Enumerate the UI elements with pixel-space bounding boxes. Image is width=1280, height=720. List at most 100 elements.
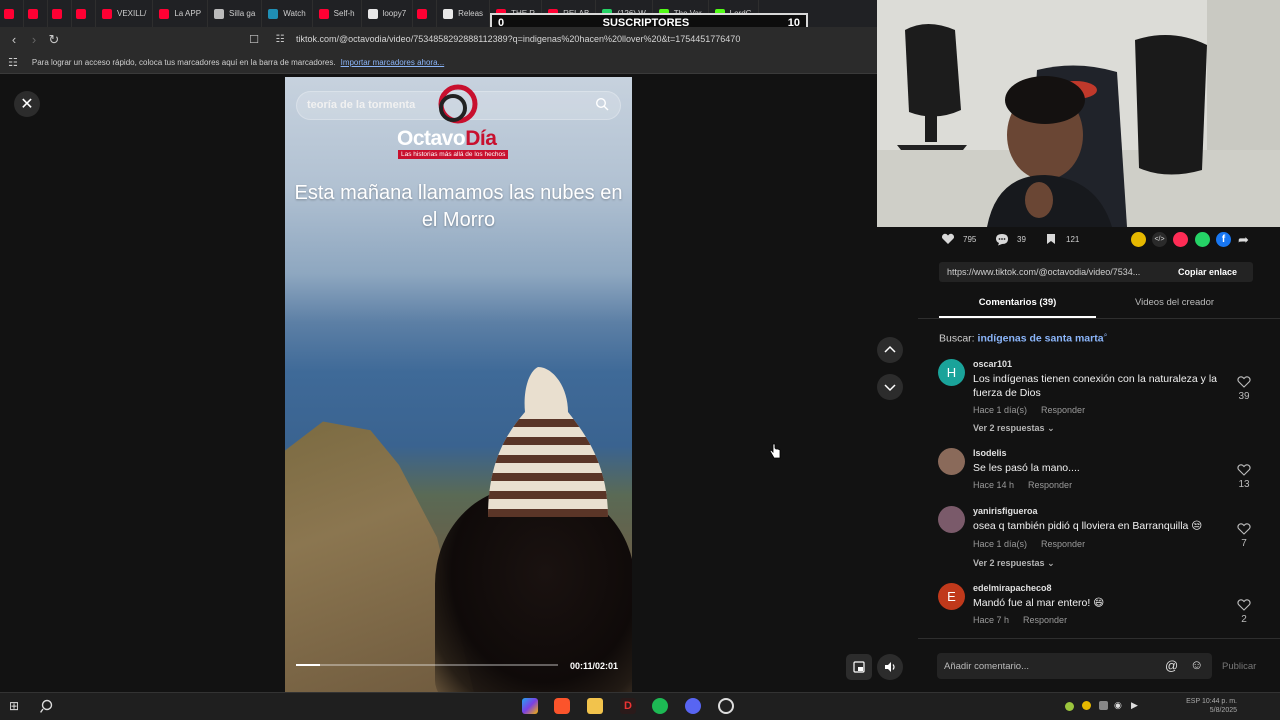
tab-favicon-icon: [367, 8, 378, 19]
browser-tab[interactable]: loopy7: [362, 0, 414, 27]
tray-app-icon[interactable]: [1082, 701, 1091, 710]
like-stat[interactable]: 795: [941, 233, 976, 245]
progress-track[interactable]: [296, 664, 558, 666]
url-field[interactable]: tiktok.com/@octavodia/video/753485829288…: [296, 34, 740, 44]
comment-like-icon[interactable]: [1237, 599, 1251, 611]
discord-icon[interactable]: [685, 698, 701, 714]
view-replies-button[interactable]: Ver 2 respuestas ⌄: [973, 423, 1055, 434]
bookmarks-hint: Para lograr un acceso rápido, coloca tus…: [31, 58, 336, 67]
browser-tab[interactable]: Self-h: [313, 0, 362, 27]
mini-player-icon: [853, 661, 865, 673]
browser-tab[interactable]: VEXILL/: [96, 0, 154, 27]
copilot-icon[interactable]: [522, 698, 538, 714]
comment-username[interactable]: yanirisfigueroa: [973, 506, 1038, 516]
whatsapp-icon[interactable]: [1195, 232, 1210, 247]
tab-label: Self-h: [333, 9, 355, 18]
site-info-icon[interactable]: ☷: [270, 34, 290, 45]
mention-icon[interactable]: @: [1165, 658, 1178, 673]
copy-link-button[interactable]: Copiar enlace: [1178, 267, 1237, 277]
comment-like-icon[interactable]: [1237, 464, 1251, 476]
tab-favicon-icon: [159, 8, 170, 19]
avatar[interactable]: [938, 506, 965, 533]
system-tray-clock[interactable]: ESP 10:44 p. m. 5/8/2025: [1145, 697, 1237, 715]
avatar[interactable]: E: [938, 583, 965, 610]
publish-button[interactable]: Publicar: [1222, 661, 1256, 672]
tray-app-icon[interactable]: [1065, 702, 1074, 711]
bookmark-icon[interactable]: ☐: [244, 33, 264, 46]
previous-video-button[interactable]: [877, 337, 903, 363]
davinci-icon[interactable]: D: [620, 698, 636, 714]
embed-code-icon[interactable]: </>: [1152, 232, 1167, 247]
search-suggestion[interactable]: Buscar: indígenas de santa marta⌕: [939, 332, 1108, 345]
comment-time: Hace 1 día(s): [973, 539, 1028, 549]
comment-like-icon[interactable]: [1237, 523, 1251, 535]
browser-tab[interactable]: Releas: [437, 0, 491, 27]
search-icon[interactable]: [595, 97, 609, 111]
obs-icon[interactable]: [718, 698, 734, 714]
apps-grid-icon[interactable]: ☷: [8, 56, 18, 69]
browser-tab[interactable]: [0, 0, 24, 27]
comment-meta: Hace 14 h Responder: [973, 480, 1086, 490]
share-arrow-icon[interactable]: ➦: [1238, 232, 1253, 247]
bookmarks-bar: ☷ Para lograr un acceso rápido, coloca t…: [0, 52, 880, 74]
coin-share-icon[interactable]: [1131, 232, 1146, 247]
folder-icon[interactable]: [587, 698, 603, 714]
tray-clock: 10:44 p. m.: [1201, 698, 1237, 705]
mini-player-button[interactable]: [846, 654, 872, 680]
reload-icon[interactable]: ↻: [44, 32, 64, 48]
browser-tab[interactable]: [413, 0, 438, 27]
avatar[interactable]: H: [938, 359, 965, 386]
woven-hat-shape: [488, 367, 608, 517]
browser-tab[interactable]: [48, 0, 72, 27]
reply-button[interactable]: Responder: [1041, 539, 1085, 549]
tab-comments[interactable]: Comentarios (39): [939, 297, 1096, 308]
tray-app-icon[interactable]: [1099, 701, 1108, 710]
back-icon[interactable]: ‹: [4, 32, 24, 47]
reply-button[interactable]: Responder: [1041, 405, 1085, 415]
video-player[interactable]: [285, 77, 632, 692]
volume-icon[interactable]: ▶: [1131, 700, 1141, 710]
tab-favicon-icon: [28, 8, 38, 19]
repost-icon[interactable]: [1173, 232, 1188, 247]
close-icon[interactable]: ✕: [14, 91, 40, 117]
browser-tab[interactable]: Watch: [262, 0, 313, 27]
search-icon[interactable]: [40, 698, 56, 714]
browser-tab[interactable]: [72, 0, 96, 27]
network-icon[interactable]: ◉: [1114, 700, 1124, 710]
brave-icon[interactable]: [554, 698, 570, 714]
tab-label: Silla ga: [229, 9, 256, 18]
spotify-icon[interactable]: [652, 698, 668, 714]
comment-like-count: 7: [1241, 538, 1247, 549]
webcam-scene: [877, 0, 1280, 227]
tab-creator-videos[interactable]: Videos del creador: [1096, 297, 1253, 308]
avatar[interactable]: [938, 448, 965, 475]
emoji-icon[interactable]: ☺: [1190, 657, 1203, 672]
browser-tab[interactable]: [24, 0, 48, 27]
reply-button[interactable]: Responder: [1023, 615, 1067, 625]
comment-stat[interactable]: 39: [995, 233, 1026, 246]
view-replies-button[interactable]: Ver 2 respuestas ⌄: [973, 558, 1055, 569]
comment-username[interactable]: edelmirapacheco8: [973, 583, 1052, 593]
facebook-icon[interactable]: f: [1216, 232, 1231, 247]
import-bookmarks-link[interactable]: Importar marcadores ahora...: [341, 58, 445, 67]
comment-text: Se les pasó la mano....: [973, 462, 1080, 474]
reply-button[interactable]: Responder: [1028, 480, 1072, 490]
volume-button[interactable]: [877, 654, 903, 680]
save-stat[interactable]: 121: [1046, 233, 1079, 245]
share-link-text[interactable]: https://www.tiktok.com/@octavodia/video/…: [947, 267, 1167, 277]
tab-favicon-icon: [443, 8, 454, 19]
tab-label: Releas: [458, 9, 484, 18]
comment-username[interactable]: oscar101: [973, 359, 1012, 369]
comment-text: Mandó fue al mar entero! 😄: [973, 597, 1105, 609]
next-video-button[interactable]: [877, 374, 903, 400]
browser-tab[interactable]: Silla ga: [208, 0, 263, 27]
windows-icon[interactable]: ⊞: [9, 698, 25, 714]
search-suggestion-query[interactable]: indígenas de santa marta: [978, 333, 1104, 345]
browser-tab[interactable]: La APP: [153, 0, 209, 27]
comment-like-icon[interactable]: [1237, 376, 1251, 388]
forward-icon[interactable]: ›: [24, 32, 44, 47]
tab-label: VEXILL/: [117, 9, 147, 18]
logo-wordmark: OctavoDía: [397, 127, 497, 151]
comment-username[interactable]: Isodelis: [973, 448, 1007, 458]
progress-fill: [296, 664, 320, 666]
